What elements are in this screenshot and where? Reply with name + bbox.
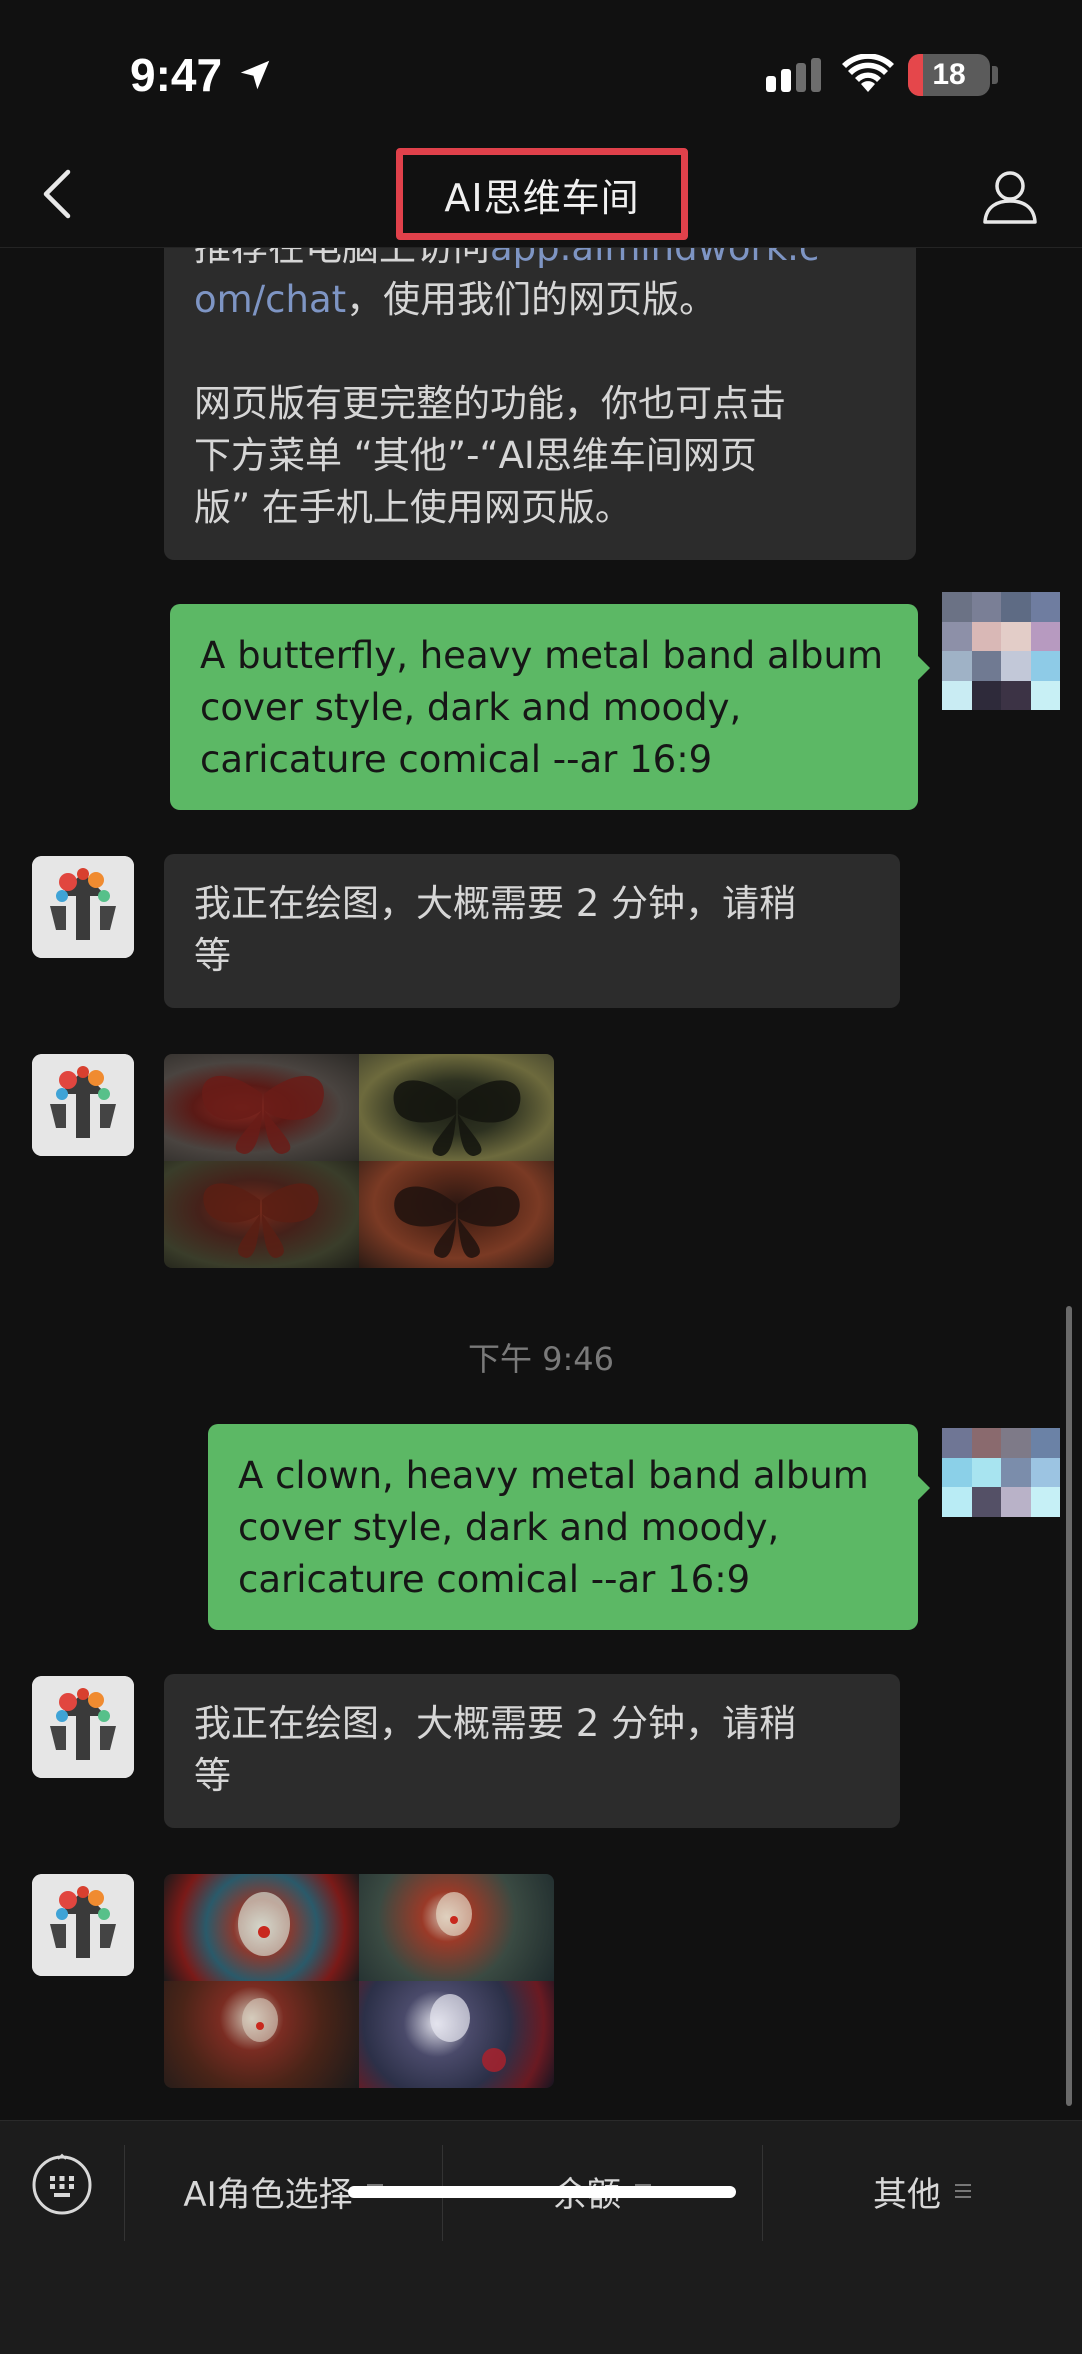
bot-logo-icon — [32, 1676, 134, 1778]
butterfly-image-grid[interactable] — [164, 1054, 554, 1268]
bot-avatar[interactable] — [32, 1676, 134, 1778]
message-text: A clown, heavy metal band album cover st… — [238, 1454, 869, 1601]
location-arrow-icon — [240, 60, 270, 90]
chat-scrollbar[interactable] — [1066, 1306, 1072, 2106]
signal-icon — [766, 58, 821, 92]
clown-faces — [238, 1892, 506, 2072]
battery-percent: 18 — [932, 58, 966, 91]
message-text: 推荐在电脑上访问app.aimindwork.c — [194, 248, 886, 274]
battery-nub — [992, 66, 998, 84]
menu-item-label: AI角色选择 — [183, 2174, 353, 2215]
menu-other[interactable]: 其他 — [762, 2161, 1082, 2221]
message-timestamp: 下午 9:46 — [467, 1340, 615, 1378]
message-bubble-incoming: 我正在绘图，大概需要 2 分钟，请稍 等 — [164, 1674, 900, 1828]
message-text: 我正在绘图，大概需要 2 分钟，请稍 等 — [194, 1702, 797, 1797]
message-link[interactable]: app.aimindwork.c — [490, 248, 819, 269]
profile-icon[interactable] — [982, 168, 1038, 224]
status-bar: 9:47 18 — [0, 0, 1082, 140]
bot-avatar[interactable] — [32, 1054, 134, 1156]
message-text: 网页版有更完整的功能，你也可点击 下方菜单 “其他”-“AI思维车间网页 版” … — [194, 382, 786, 529]
message-bubble-outgoing: A butterfly, heavy metal band album cove… — [170, 604, 930, 810]
bot-logo-icon — [32, 1054, 134, 1156]
clown-image-grid[interactable] — [164, 1874, 554, 2088]
home-indicator[interactable] — [348, 2186, 736, 2198]
user-avatar[interactable] — [942, 1428, 1060, 1518]
message-text: A butterfly, heavy metal band album cove… — [200, 634, 883, 781]
message-bubble-incoming: 我正在绘图，大概需要 2 分钟，请稍 等 — [164, 854, 900, 1008]
user-avatar[interactable] — [942, 592, 1060, 710]
status-time: 9:47 — [130, 49, 223, 101]
chat-title: AI思维车间 — [444, 175, 640, 220]
bot-avatar[interactable] — [32, 856, 134, 958]
keyboard-icon[interactable] — [30, 2153, 94, 2217]
back-icon[interactable] — [38, 168, 78, 220]
menu-list-icon — [955, 2184, 971, 2198]
bottom-menu-bar: AI角色选择 余额 其他 — [0, 2120, 1082, 2354]
bot-logo-icon — [32, 856, 134, 958]
message-text: om/chat，使用我们的网页版。 — [194, 278, 717, 321]
message-bubble-outgoing: A clown, heavy metal band album cover st… — [208, 1424, 930, 1630]
message-text: 我正在绘图，大概需要 2 分钟，请稍 等 — [194, 882, 797, 977]
wifi-icon — [842, 54, 894, 92]
chat-area[interactable]: 推荐在电脑上访问app.aimindwork.c om/chat，使用我们的网页… — [0, 248, 1082, 2120]
bot-avatar[interactable] — [32, 1874, 134, 1976]
chat-title-highlight: AI思维车间 — [396, 148, 688, 240]
bot-logo-icon — [32, 1874, 134, 1976]
butterfly-silhouettes — [202, 1075, 521, 1258]
message-bubble-incoming: 推荐在电脑上访问app.aimindwork.c om/chat，使用我们的网页… — [164, 248, 916, 560]
battery-indicator: 18 — [908, 54, 990, 96]
message-link[interactable]: om/chat — [194, 278, 346, 321]
menu-item-label: 其他 — [873, 2174, 941, 2215]
nav-bar: AI思维车间 — [0, 140, 1082, 248]
